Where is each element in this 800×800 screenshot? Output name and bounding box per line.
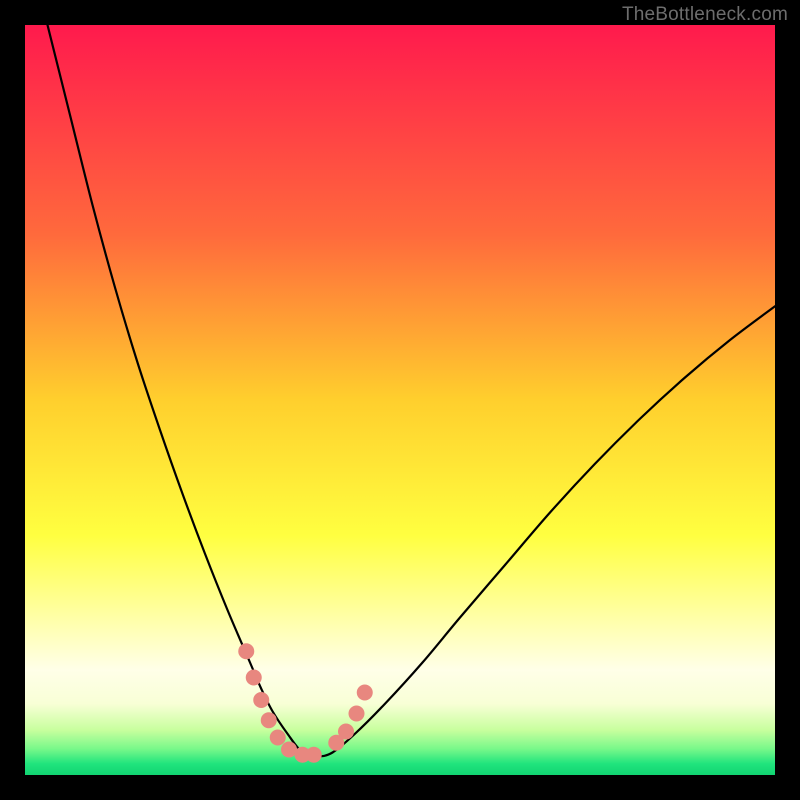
highlight-markers	[238, 643, 373, 763]
highlight-dot	[253, 692, 269, 708]
highlight-dot	[338, 724, 354, 740]
highlight-dot	[246, 670, 262, 686]
plot-area	[25, 25, 775, 775]
highlight-dot	[357, 685, 373, 701]
highlight-dot	[349, 706, 365, 722]
bottleneck-curve	[48, 25, 776, 756]
highlight-dot	[261, 712, 277, 728]
highlight-dot	[270, 730, 286, 746]
chart-stage: TheBottleneck.com	[0, 0, 800, 800]
highlight-dot	[306, 747, 322, 763]
bottleneck-curve-layer	[25, 25, 775, 775]
watermark-text: TheBottleneck.com	[622, 4, 788, 26]
highlight-dot	[238, 643, 254, 659]
